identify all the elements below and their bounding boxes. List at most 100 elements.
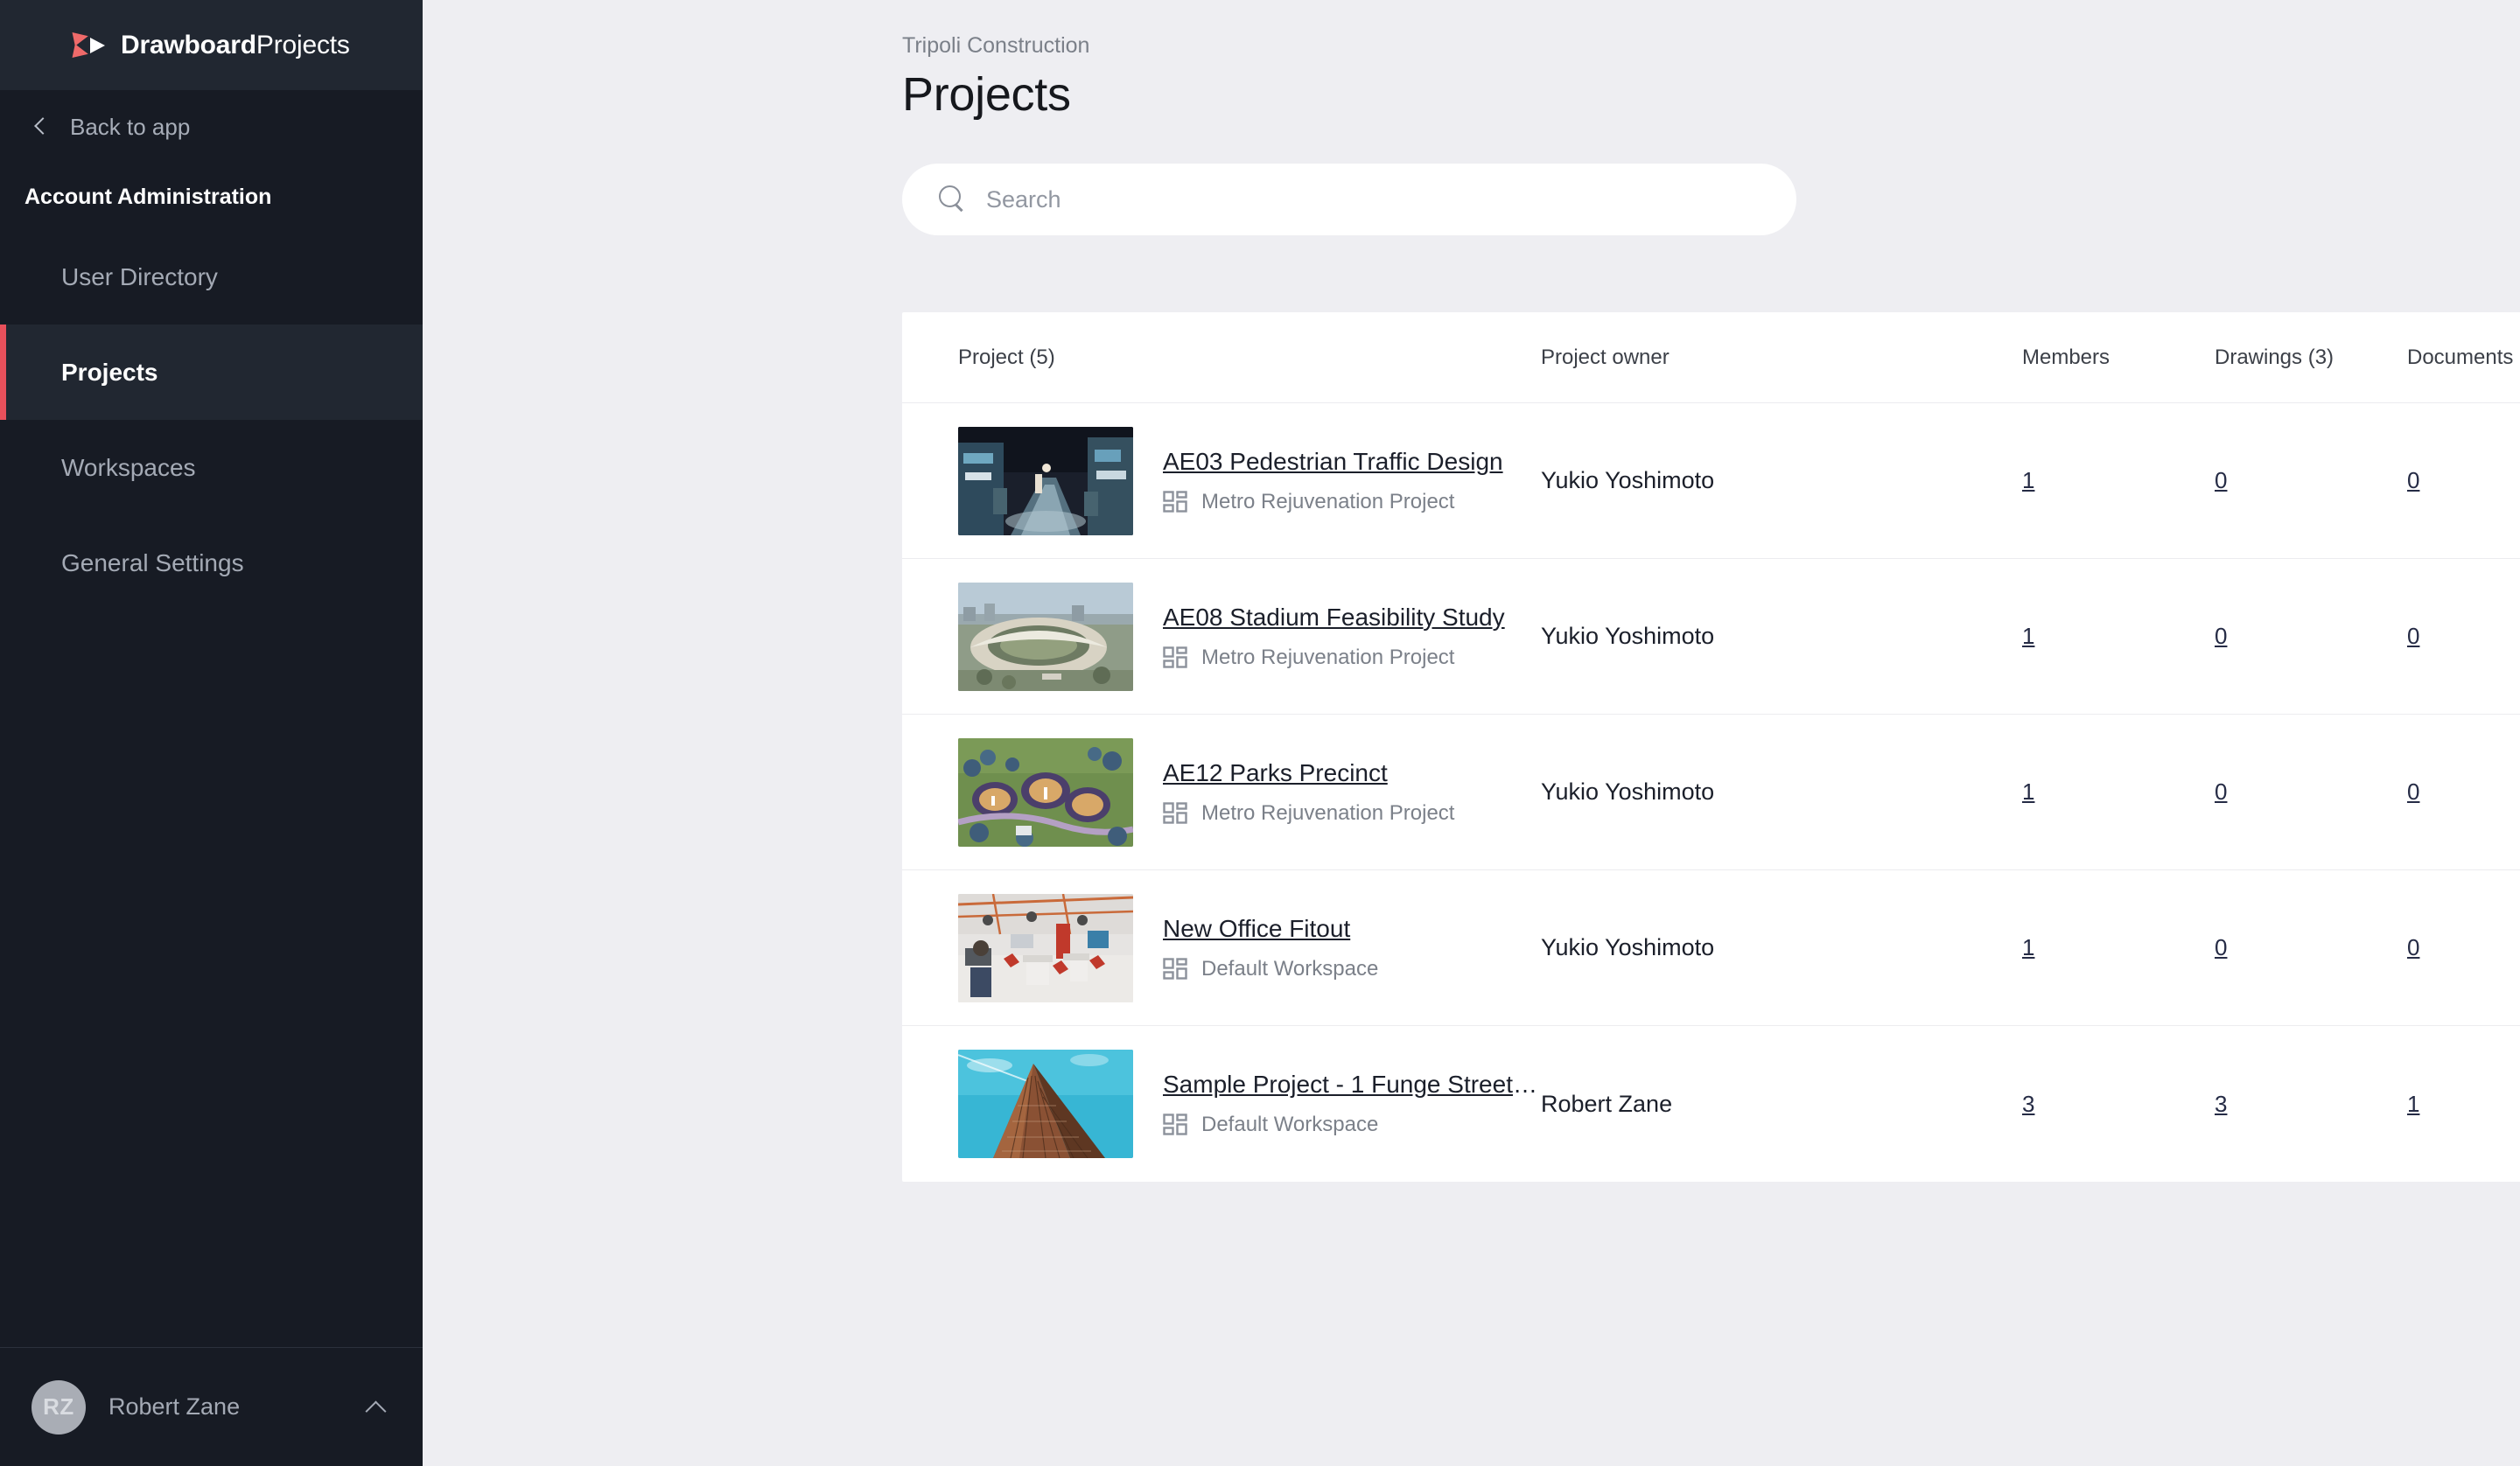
project-thumbnail [958, 737, 1133, 847]
project-info: AE12 Parks Precinct Metro Rejuvenation P… [1163, 759, 1454, 826]
user-account-button[interactable]: RZ Robert Zane [0, 1347, 423, 1466]
column-header-members[interactable]: Members [2022, 346, 2215, 370]
project-owner: Yukio Yoshimoto [1541, 778, 1715, 805]
back-to-app-button[interactable]: Back to app [0, 90, 423, 164]
sidebar-item-label: General Settings [61, 548, 244, 576]
documents-count-link[interactable]: 1 [2407, 1091, 2419, 1117]
project-name-link[interactable]: AE08 Stadium Feasibility Study [1163, 604, 1505, 632]
workspace-grid-icon [1163, 490, 1187, 513]
members-count-link[interactable]: 1 [2022, 623, 2034, 649]
members-count-link[interactable]: 3 [2022, 1091, 2034, 1117]
members-cell: 1 [2022, 778, 2215, 806]
documents-cell: 0 [2407, 623, 2520, 650]
project-owner: Yukio Yoshimoto [1541, 467, 1715, 493]
project-owner: Yukio Yoshimoto [1541, 934, 1715, 960]
drawings-count-link[interactable]: 0 [2215, 467, 2227, 493]
account-administration-heading: Account Administration [24, 185, 272, 209]
table-row[interactable]: AE12 Parks Precinct Metro Rejuvenation P… [902, 715, 2520, 870]
documents-cell: 1 [2407, 1091, 2520, 1118]
project-owner: Yukio Yoshimoto [1541, 623, 1715, 649]
documents-cell: 0 [2407, 778, 2520, 806]
table-row[interactable]: New Office Fitout Default Workspace Yuki… [902, 870, 2520, 1026]
app-root: DrawboardProjects Back to app Account Ad… [0, 0, 2520, 1466]
project-cell: New Office Fitout Default Workspace [902, 893, 1541, 1002]
project-name-link[interactable]: Sample Project - 1 Funge Street 202… [1163, 1071, 1541, 1099]
members-cell: 3 [2022, 1091, 2215, 1118]
documents-count-link[interactable]: 0 [2407, 778, 2419, 805]
project-cell: Sample Project - 1 Funge Street 202… Def… [902, 1050, 1541, 1158]
chevron-up-icon[interactable] [365, 1396, 388, 1419]
members-count-link[interactable]: 1 [2022, 778, 2034, 805]
members-count-link[interactable]: 1 [2022, 467, 2034, 493]
sidebar-item-label: User Directory [61, 262, 218, 290]
brand-name-light: Projects [256, 30, 350, 59]
search-input[interactable]: Search [902, 164, 1796, 235]
workspace-name: Metro Rejuvenation Project [1201, 800, 1455, 825]
workspace-name: Metro Rejuvenation Project [1201, 645, 1455, 669]
sidebar-item-label: Projects [61, 358, 158, 386]
table-row[interactable]: AE03 Pedestrian Traffic Design Metro Rej… [902, 403, 2520, 559]
breadcrumb: Tripoli Construction [902, 33, 1090, 58]
documents-count-link[interactable]: 0 [2407, 623, 2419, 649]
brand-name-bold: Drawboard [121, 30, 256, 59]
workspace-line: Default Workspace [1163, 1113, 1541, 1137]
projects-table: Project (5) Project owner Members Drawin… [902, 312, 2520, 1182]
sidebar-item-projects[interactable]: Projects [0, 325, 423, 420]
sidebar-item-general-settings[interactable]: General Settings [0, 515, 423, 611]
workspace-grid-icon [1163, 957, 1187, 980]
workspace-grid-icon [1163, 646, 1187, 668]
column-header-documents[interactable]: Documents (1) [2407, 346, 2520, 370]
members-cell: 1 [2022, 623, 2215, 650]
project-thumbnail [958, 1050, 1133, 1158]
search-icon [937, 185, 967, 214]
workspace-grid-icon [1163, 801, 1187, 824]
workspace-line: Metro Rejuvenation Project [1163, 490, 1503, 514]
drawings-cell: 0 [2215, 934, 2407, 961]
workspace-name: Metro Rejuvenation Project [1201, 489, 1455, 513]
workspace-line: Default Workspace [1163, 957, 1378, 981]
project-thumbnail [958, 582, 1133, 691]
table-header-row: Project (5) Project owner Members Drawin… [902, 312, 2520, 403]
brand-name: DrawboardProjects [121, 31, 350, 60]
workspace-line: Metro Rejuvenation Project [1163, 801, 1454, 826]
workspace-name: Default Workspace [1201, 1113, 1379, 1136]
project-info: AE03 Pedestrian Traffic Design Metro Rej… [1163, 448, 1503, 514]
sidebar-item-workspaces[interactable]: Workspaces [0, 420, 423, 515]
documents-cell: 0 [2407, 934, 2520, 961]
table-row[interactable]: Sample Project - 1 Funge Street 202… Def… [902, 1026, 2520, 1182]
workspace-grid-icon [1163, 1113, 1187, 1135]
main-content: Tripoli Construction Projects Search Pro… [423, 0, 2520, 1466]
documents-count-link[interactable]: 0 [2407, 467, 2419, 493]
sidebar-item-user-directory[interactable]: User Directory [0, 229, 423, 325]
documents-cell: 0 [2407, 467, 2520, 494]
avatar: RZ [32, 1379, 86, 1435]
sidebar: DrawboardProjects Back to app Account Ad… [0, 0, 423, 1466]
project-name-link[interactable]: AE12 Parks Precinct [1163, 759, 1454, 787]
project-cell: AE12 Parks Precinct Metro Rejuvenation P… [902, 737, 1541, 847]
brand-logo[interactable]: DrawboardProjects [0, 0, 423, 90]
drawings-count-link[interactable]: 0 [2215, 623, 2227, 649]
project-info: Sample Project - 1 Funge Street 202… Def… [1163, 1071, 1541, 1137]
project-name-link[interactable]: AE03 Pedestrian Traffic Design [1163, 448, 1503, 476]
drawings-cell: 3 [2215, 1091, 2407, 1118]
drawings-cell: 0 [2215, 467, 2407, 494]
back-to-app-label: Back to app [70, 113, 191, 140]
sidebar-item-label: Workspaces [61, 453, 196, 481]
column-header-owner[interactable]: Project owner [1541, 346, 2022, 370]
project-name-link[interactable]: New Office Fitout [1163, 915, 1378, 943]
drawings-cell: 0 [2215, 623, 2407, 650]
project-info: AE08 Stadium Feasibility Study Metro Rej… [1163, 604, 1505, 670]
active-indicator [0, 325, 6, 420]
drawings-count-link[interactable]: 0 [2215, 934, 2227, 960]
drawings-count-link[interactable]: 3 [2215, 1091, 2227, 1117]
drawings-count-link[interactable]: 0 [2215, 778, 2227, 805]
table-row[interactable]: AE08 Stadium Feasibility Study Metro Rej… [902, 559, 2520, 715]
members-count-link[interactable]: 1 [2022, 934, 2034, 960]
members-cell: 1 [2022, 467, 2215, 494]
documents-count-link[interactable]: 0 [2407, 934, 2419, 960]
column-header-drawings[interactable]: Drawings (3) [2215, 346, 2407, 370]
project-thumbnail [958, 426, 1133, 535]
drawboard-logo-icon [72, 28, 108, 61]
column-header-project[interactable]: Project (5) [902, 346, 1541, 370]
